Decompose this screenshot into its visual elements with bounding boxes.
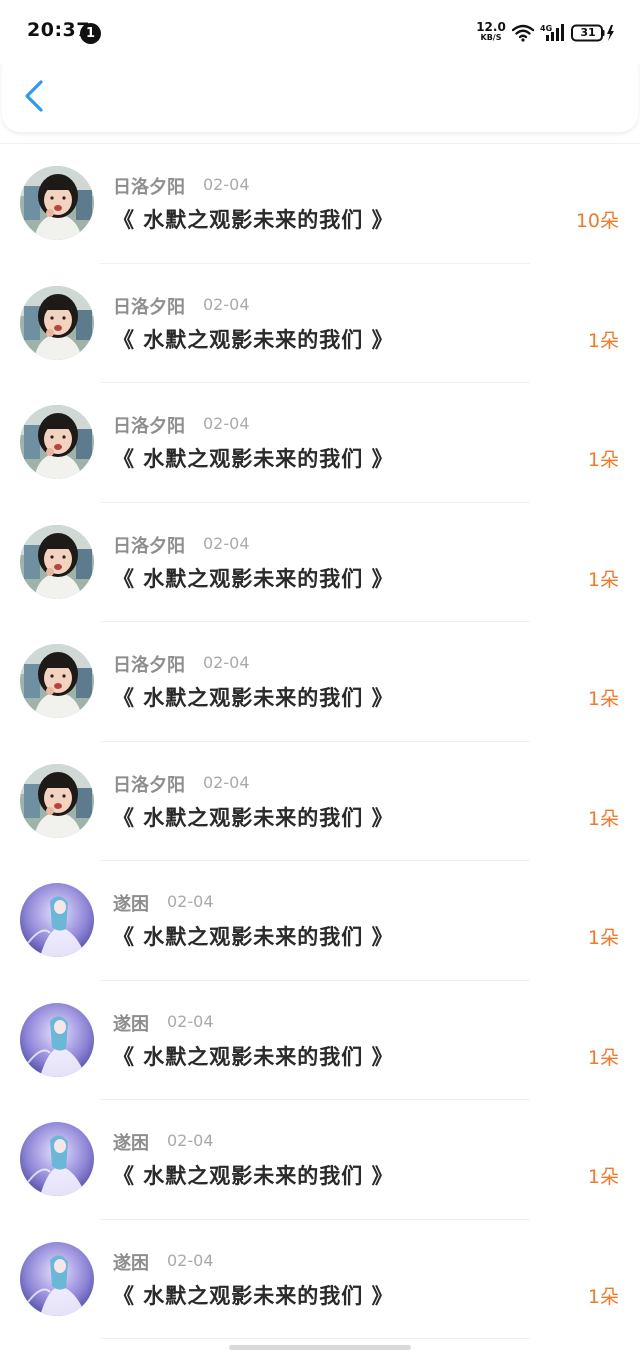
user-name: 日洛夕阳 xyxy=(113,774,185,796)
user-name: 日洛夕阳 xyxy=(113,296,185,318)
flower-count: 1朵 xyxy=(587,1046,619,1069)
home-indicator[interactable] xyxy=(229,1345,411,1350)
list-item[interactable]: 日洛夕阳 02-04 《 水默之观影未来的我们 》 1朵 xyxy=(0,383,640,503)
avatar[interactable] xyxy=(20,166,94,240)
user-name: 遂困 xyxy=(113,894,149,915)
avatar-anime-image xyxy=(20,1002,94,1077)
flower-count: 1朵 xyxy=(587,927,619,949)
avatar[interactable] xyxy=(20,405,94,479)
avatar[interactable] xyxy=(20,1002,94,1077)
user-name: 日洛夕阳 xyxy=(113,177,185,198)
nav-bar xyxy=(2,62,638,132)
flower-count: 1朵 xyxy=(587,807,619,830)
network-speed: 12.0 KB/S xyxy=(476,21,506,42)
avatar[interactable] xyxy=(20,644,94,718)
date: 02-04 xyxy=(167,1011,214,1031)
avatar[interactable] xyxy=(20,285,94,360)
list-item[interactable]: 日洛夕阳 02-04 《 水默之观影未来的我们 》 1朵 xyxy=(0,503,640,622)
flower-count: 1朵 xyxy=(587,1166,619,1188)
date: 02-04 xyxy=(203,414,250,433)
flower-count: 10朵 xyxy=(575,210,619,232)
list-item[interactable]: 遂困 02-04 《 水默之观影未来的我们 》 1朵 xyxy=(0,861,640,981)
item-title: 《 水默之观影未来的我们 》 xyxy=(113,566,394,591)
divider xyxy=(100,1338,530,1339)
list-item[interactable]: 日洛夕阳 02-04 《 水默之观影未来的我们 》 10朵 xyxy=(0,144,640,264)
date: 02-04 xyxy=(167,1131,214,1150)
user-name: 日洛夕阳 xyxy=(113,535,185,557)
list-item[interactable]: 日洛夕阳 02-04 《 水默之观影未来的我们 》 1朵 xyxy=(0,742,640,861)
list-item[interactable]: 遂困 02-04 《 水默之观影未来的我们 》 1朵 xyxy=(0,1100,640,1220)
item-title: 《 水默之观影未来的我们 》 xyxy=(113,327,394,352)
notification-badge: 1 xyxy=(80,23,101,44)
date: 02-04 xyxy=(203,294,250,314)
user-name: 遂困 xyxy=(113,1252,149,1274)
date: 02-04 xyxy=(203,772,250,792)
cellular-signal-icon: 4G xyxy=(540,24,564,41)
date: 02-04 xyxy=(167,892,214,911)
avatar-girl-image xyxy=(20,524,94,599)
battery-level: 31 xyxy=(580,26,596,39)
list-item[interactable]: 遂困 02-04 《 水默之观影未来的我们 》 1朵 xyxy=(0,1220,640,1339)
flower-count: 1朵 xyxy=(587,329,619,352)
item-title: 《 水默之观影未来的我们 》 xyxy=(113,925,394,949)
gift-record-list: 日洛夕阳 02-04 《 水默之观影未来的我们 》 10朵 日洛夕阳 02-04… xyxy=(0,143,640,1339)
avatar[interactable] xyxy=(20,763,94,838)
user-name: 日洛夕阳 xyxy=(113,416,185,437)
item-title: 《 水默之观影未来的我们 》 xyxy=(113,208,394,232)
wifi-icon xyxy=(512,24,534,42)
date: 02-04 xyxy=(203,175,250,194)
flower-count: 1朵 xyxy=(587,688,619,710)
avatar[interactable] xyxy=(20,883,94,957)
date: 02-04 xyxy=(203,533,250,553)
user-name: 遂困 xyxy=(113,1013,149,1035)
chevron-left-icon xyxy=(25,80,43,112)
avatar[interactable] xyxy=(20,524,94,599)
avatar-anime-image xyxy=(20,1241,94,1316)
item-title: 《 水默之观影未来的我们 》 xyxy=(113,1283,394,1308)
item-title: 《 水默之观影未来的我们 》 xyxy=(113,1164,394,1188)
item-title: 《 水默之观影未来的我们 》 xyxy=(113,805,394,830)
network-speed-value: 12.0 xyxy=(476,20,506,34)
item-title: 《 水默之观影未来的我们 》 xyxy=(113,1044,394,1069)
svg-text:4G: 4G xyxy=(540,24,552,33)
avatar[interactable] xyxy=(20,1122,94,1196)
status-bar: 20:37 1 12.0 KB/S 4G 31 xyxy=(0,0,640,62)
flower-count: 1朵 xyxy=(587,449,619,471)
avatar-girl-image xyxy=(20,644,94,718)
date: 02-04 xyxy=(203,653,250,672)
back-button[interactable] xyxy=(16,76,56,116)
list-item[interactable]: 日洛夕阳 02-04 《 水默之观影未来的我们 》 1朵 xyxy=(0,622,640,742)
user-name: 遂困 xyxy=(113,1133,149,1154)
avatar-girl-image xyxy=(20,166,94,240)
network-speed-unit: KB/S xyxy=(480,33,502,42)
item-title: 《 水默之观影未来的我们 》 xyxy=(113,447,394,471)
list-item[interactable]: 日洛夕阳 02-04 《 水默之观影未来的我们 》 1朵 xyxy=(0,264,640,383)
avatar[interactable] xyxy=(20,1241,94,1316)
avatar-girl-image xyxy=(20,285,94,360)
user-name: 日洛夕阳 xyxy=(113,655,185,676)
item-title: 《 水默之观影未来的我们 》 xyxy=(113,686,394,710)
flower-count: 1朵 xyxy=(587,1285,619,1308)
list-item[interactable]: 遂困 02-04 《 水默之观影未来的我们 》 1朵 xyxy=(0,981,640,1100)
date: 02-04 xyxy=(167,1250,214,1270)
avatar-anime-image xyxy=(20,1122,94,1196)
avatar-anime-image xyxy=(20,883,94,957)
avatar-girl-image xyxy=(20,763,94,838)
avatar-girl-image xyxy=(20,405,94,479)
flower-count: 1朵 xyxy=(587,568,619,591)
